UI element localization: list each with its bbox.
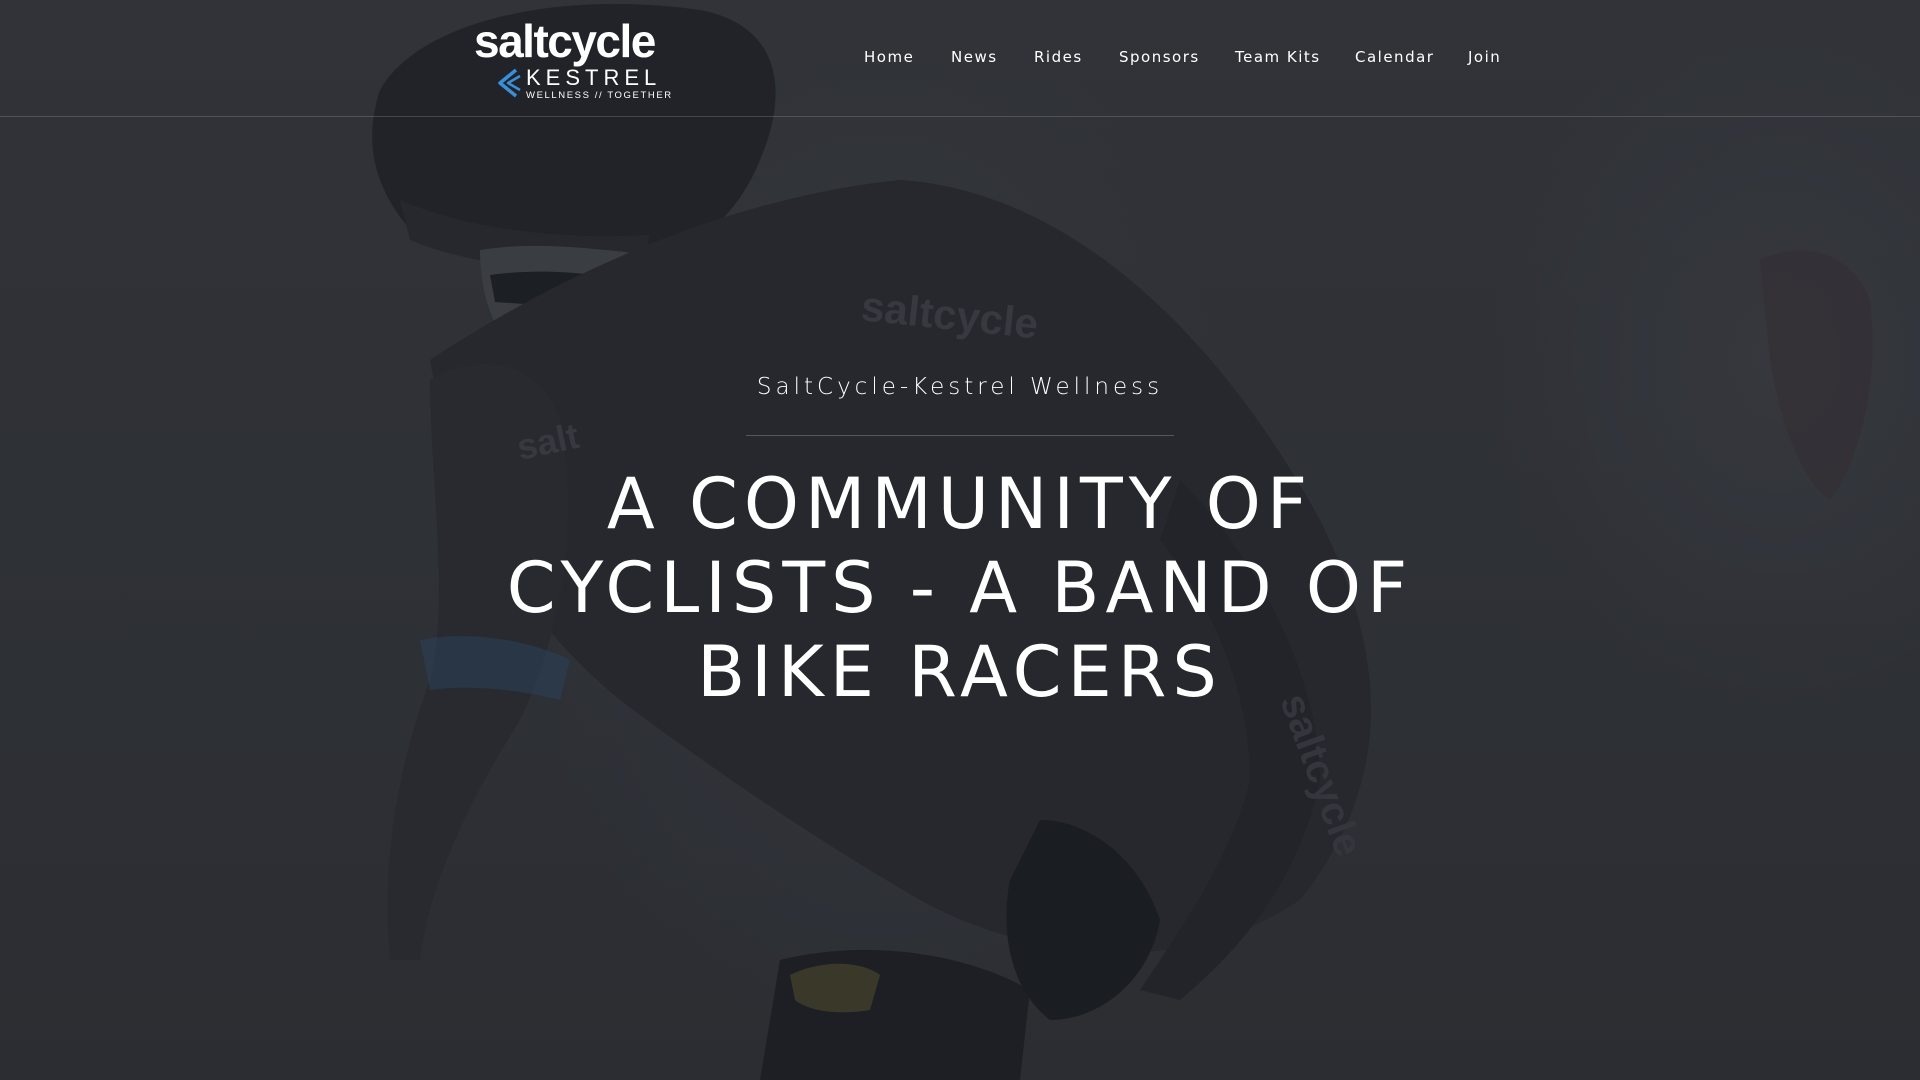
site-header: saltcycle KESTREL WELLNESS // TOGETHER H…	[0, 0, 1920, 117]
logo-kestrel-row: KESTREL WELLNESS // TOGETHER	[490, 66, 680, 106]
nav-item-team-kits[interactable]: Team Kits	[1235, 48, 1321, 66]
site-logo[interactable]: saltcycle KESTREL WELLNESS // TOGETHER	[474, 14, 684, 104]
hero-headline: A COMMUNITY OF CYCLISTS - A BAND OF BIKE…	[506, 463, 1414, 713]
nav-item-home[interactable]: Home	[864, 48, 914, 66]
nav-item-join[interactable]: Join	[1468, 48, 1501, 66]
hero-divider	[746, 435, 1174, 436]
kestrel-chevron-icon	[498, 68, 521, 98]
nav-item-sponsors[interactable]: Sponsors	[1119, 48, 1200, 66]
nav-item-rides[interactable]: Rides	[1034, 48, 1083, 66]
nav-item-news[interactable]: News	[951, 48, 998, 66]
logo-wordmark: saltcycle	[474, 15, 656, 67]
hero-section: saltcycle salt saltcycle saltcycle KESTR…	[0, 0, 1920, 1080]
hero-subtitle: SaltCycle-Kestrel Wellness	[756, 374, 1164, 400]
nav-item-calendar[interactable]: Calendar	[1355, 48, 1434, 66]
logo-tagline: WELLNESS // TOGETHER	[526, 90, 673, 101]
logo-kestrel-text: KESTREL	[526, 65, 662, 90]
